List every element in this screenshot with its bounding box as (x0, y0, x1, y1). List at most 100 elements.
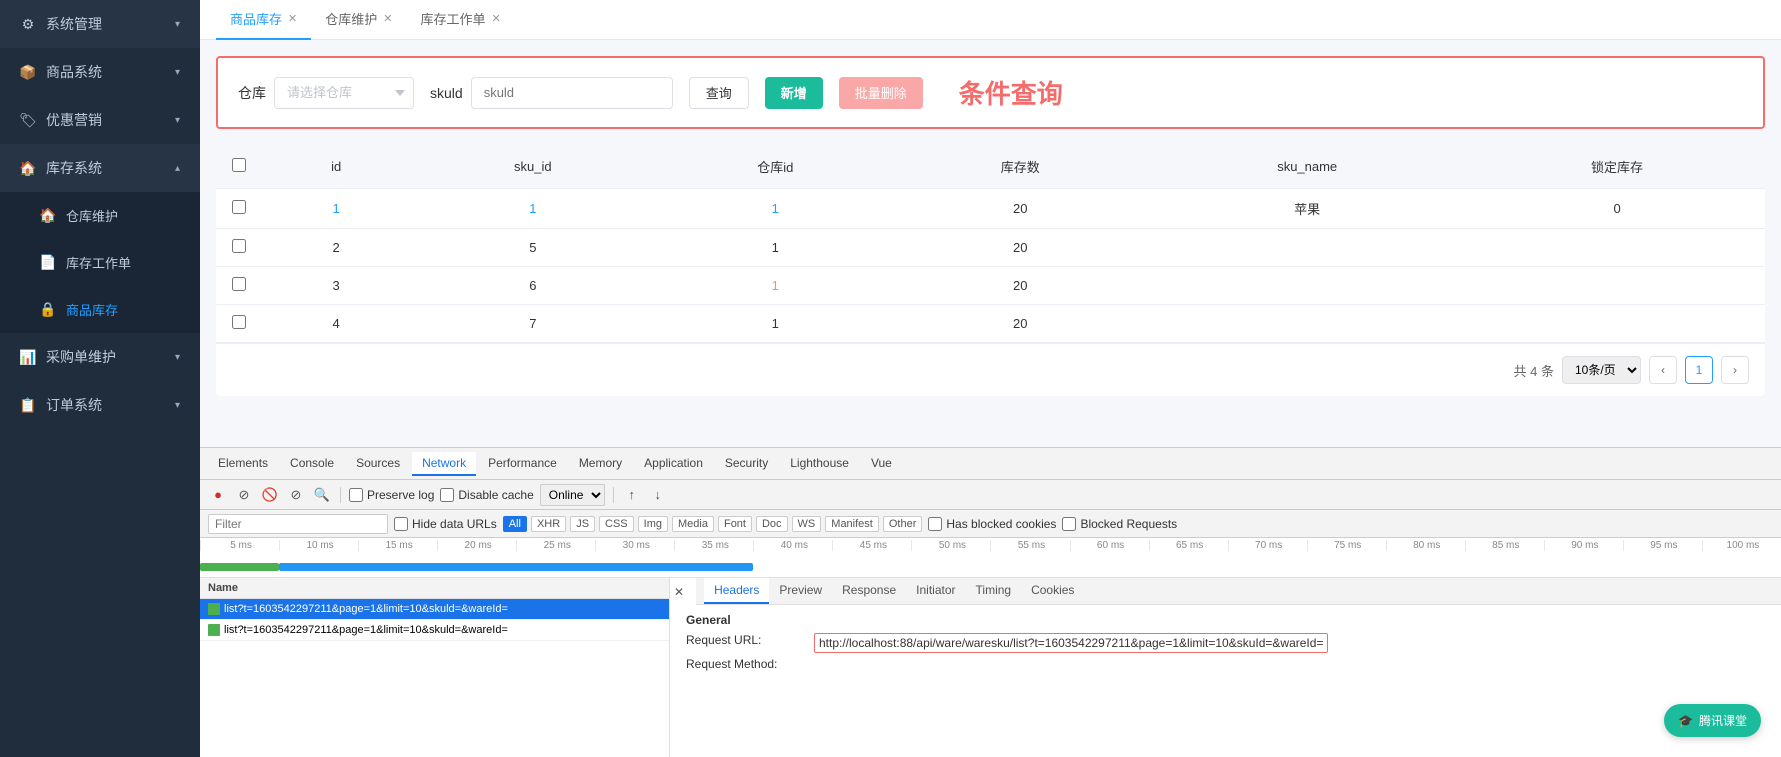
float-tencent-btn[interactable]: 🎓 腾讯课堂 (1664, 704, 1761, 737)
cell-warehouse-id[interactable]: 1 (655, 267, 895, 305)
batch-delete-button[interactable]: 批量删除 (839, 77, 923, 109)
tab-close-icon[interactable]: ✕ (288, 12, 297, 25)
col-locked: 锁定库存 (1469, 145, 1765, 189)
throttle-select[interactable]: Online (540, 484, 605, 506)
cell-warehouse-id[interactable]: 1 (655, 189, 895, 229)
tl-40ms: 40 ms (753, 540, 832, 551)
disable-cache-text: Disable cache (458, 488, 533, 502)
filter-doc[interactable]: Doc (756, 516, 788, 532)
filter-font[interactable]: Font (718, 516, 752, 532)
filter-manifest[interactable]: Manifest (825, 516, 879, 532)
devtools-tab-vue[interactable]: Vue (861, 452, 902, 476)
stop-button[interactable]: ⊘ (234, 485, 254, 505)
select-all-checkbox[interactable] (232, 158, 246, 172)
detail-tab-cookies[interactable]: Cookies (1021, 578, 1084, 604)
row-checkbox[interactable] (232, 239, 246, 253)
has-blocked-cookies-checkbox[interactable] (928, 517, 942, 531)
search-button[interactable]: 🔍 (312, 485, 332, 505)
tab-close-icon[interactable]: ✕ (383, 12, 392, 25)
sidebar-item-purchase-maint[interactable]: 📊 采购单维护 ▾ (0, 333, 200, 381)
net-request-row-1[interactable]: list?t=1603542297211&page=1&limit=10&sku… (200, 599, 669, 620)
detail-tabs: Headers Preview Response Initiator Timin… (696, 578, 1781, 605)
filter-input[interactable] (208, 514, 388, 534)
filter-xhr[interactable]: XHR (531, 516, 566, 532)
detail-tab-headers[interactable]: Headers (704, 578, 769, 604)
next-page-button[interactable]: › (1721, 356, 1749, 384)
sidebar-item-stock-order[interactable]: 📄 库存工作单 (0, 239, 200, 286)
detail-tab-preview[interactable]: Preview (769, 578, 832, 604)
filter-ws[interactable]: WS (792, 516, 822, 532)
warehouse-select[interactable]: 请选择仓库 (274, 77, 414, 109)
blocked-requests-label[interactable]: Blocked Requests (1062, 517, 1177, 531)
devtools-toolbar: ● ⊘ 🚫 ⊘ 🔍 Preserve log Disable cache Onl… (200, 480, 1781, 510)
hide-data-urls-label[interactable]: Hide data URLs (394, 517, 497, 531)
devtools-tab-elements[interactable]: Elements (208, 452, 278, 476)
sidebar-item-promo[interactable]: 🏷 优惠营销 ▾ (0, 96, 200, 144)
tab-stock-order[interactable]: 库存工作单 ✕ (406, 0, 514, 40)
cell-sku-id[interactable]: 1 (410, 189, 655, 229)
has-blocked-cookies-label[interactable]: Has blocked cookies (928, 517, 1056, 531)
row-checkbox[interactable] (232, 277, 246, 291)
clear-button[interactable]: 🚫 (260, 485, 280, 505)
net-request-row-2[interactable]: list?t=1603542297211&page=1&limit=10&sku… (200, 620, 669, 641)
sidebar-item-order-sys[interactable]: 📋 订单系统 ▾ (0, 381, 200, 429)
hide-data-urls-checkbox[interactable] (394, 517, 408, 531)
row-checkbox[interactable] (232, 200, 246, 214)
prev-page-button[interactable]: ‹ (1649, 356, 1677, 384)
search-area: 仓库 请选择仓库 skuld 查询 新增 批量删除 条件查询 (216, 56, 1765, 129)
filter-js[interactable]: JS (570, 516, 595, 532)
devtools-tab-sources[interactable]: Sources (346, 452, 410, 476)
devtools: Elements Console Sources Network Perform… (200, 447, 1781, 757)
tab-warehouse-maint[interactable]: 仓库维护 ✕ (311, 0, 406, 40)
table-row: 1 1 1 20 苹果 0 (216, 189, 1765, 229)
lock-icon: 🔒 (40, 302, 56, 318)
upload-icon[interactable]: ↑ (622, 485, 642, 505)
detail-tab-initiator[interactable]: Initiator (906, 578, 965, 604)
disable-cache-checkbox[interactable] (440, 488, 454, 502)
row-checkbox[interactable] (232, 315, 246, 329)
preserve-log-checkbox[interactable] (349, 488, 363, 502)
devtools-tab-application[interactable]: Application (634, 452, 713, 476)
devtools-tab-security[interactable]: Security (715, 452, 778, 476)
filter-css[interactable]: CSS (599, 516, 634, 532)
col-stock: 库存数 (895, 145, 1145, 189)
filter-other[interactable]: Other (883, 516, 923, 532)
filter-all[interactable]: All (503, 516, 527, 532)
devtools-tab-performance[interactable]: Performance (478, 452, 567, 476)
preserve-log-label[interactable]: Preserve log (349, 488, 434, 502)
tab-goods-stock[interactable]: 商品库存 ✕ (216, 0, 311, 40)
detail-close-button[interactable]: ✕ (670, 580, 688, 604)
filter-img[interactable]: Img (638, 516, 668, 532)
devtools-tab-network[interactable]: Network (412, 452, 476, 476)
skuid-input[interactable] (471, 77, 673, 109)
sidebar-item-goods-sys[interactable]: 📦 商品系统 ▾ (0, 48, 200, 96)
blocked-requests-checkbox[interactable] (1062, 517, 1076, 531)
table-row: 3 6 1 20 (216, 267, 1765, 305)
cell-id[interactable]: 1 (262, 189, 410, 229)
filter-button[interactable]: ⊘ (286, 485, 306, 505)
sidebar-item-warehouse-maint[interactable]: 🏠 仓库维护 (0, 192, 200, 239)
tab-close-icon[interactable]: ✕ (491, 12, 500, 25)
cell-locked (1469, 229, 1765, 267)
blocked-requests-text: Blocked Requests (1080, 517, 1177, 531)
detail-tab-response[interactable]: Response (832, 578, 906, 604)
devtools-tab-memory[interactable]: Memory (569, 452, 632, 476)
sidebar-item-goods-stock[interactable]: 🔒 商品库存 (0, 286, 200, 333)
sidebar-item-sys-mgmt[interactable]: ⚙ 系统管理 ▾ (0, 0, 200, 48)
per-page-select[interactable]: 10条/页 20条/页 50条/页 (1562, 356, 1641, 384)
has-blocked-cookies-text: Has blocked cookies (946, 517, 1056, 531)
record-button[interactable]: ● (208, 485, 228, 505)
download-icon[interactable]: ↓ (648, 485, 668, 505)
tl-70ms: 70 ms (1228, 540, 1307, 551)
filter-media[interactable]: Media (672, 516, 714, 532)
warehouse-label: 仓库 (238, 83, 266, 103)
devtools-tab-lighthouse[interactable]: Lighthouse (780, 452, 859, 476)
add-button[interactable]: 新增 (765, 77, 823, 109)
query-button[interactable]: 查询 (689, 77, 749, 109)
request-url-row: Request URL: http://localhost:88/api/war… (686, 633, 1765, 653)
devtools-tab-console[interactable]: Console (280, 452, 344, 476)
disable-cache-label[interactable]: Disable cache (440, 488, 533, 502)
sidebar-item-warehouse-sys[interactable]: 🏠 库存系统 ▴ (0, 144, 200, 192)
detail-tab-timing[interactable]: Timing (966, 578, 1022, 604)
chart-icon: 📊 (20, 349, 36, 365)
